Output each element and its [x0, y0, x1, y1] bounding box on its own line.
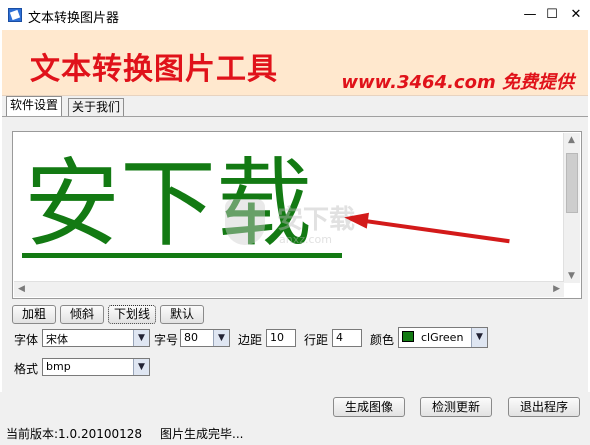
format-label: 格式 [14, 362, 39, 376]
margin-input[interactable]: 10 [266, 329, 296, 347]
scroll-thumb[interactable] [566, 153, 578, 213]
bold-button[interactable]: 加粗 [12, 305, 56, 324]
color-select[interactable]: clGreen ▼ [398, 327, 488, 348]
tab-about-us[interactable]: 关于我们 [68, 98, 125, 116]
app-icon [8, 8, 22, 22]
banner-site: www.3464.com 免费提供 [341, 72, 574, 93]
check-update-button[interactable]: 检测更新 [420, 397, 492, 417]
font-label: 字体 [14, 333, 39, 347]
version-status: 当前版本:1.0.20100128 [6, 427, 143, 441]
scroll-down-icon[interactable]: ▼ [568, 271, 575, 281]
settings-panel: 安下载 安下载 anxz.com ▲ ▼ ◀ ▶ 加粗 倾斜 下划线 默认 字体… [2, 116, 588, 392]
line-spacing-value: 4 [336, 331, 343, 344]
default-button[interactable]: 默认 [160, 305, 204, 324]
preview-underline [22, 253, 342, 258]
margin-value: 10 [270, 331, 284, 344]
preview-canvas: 安下载 安下载 anxz.com [14, 133, 563, 283]
annotation-arrow-line [350, 217, 510, 244]
chevron-down-icon[interactable]: ▼ [133, 359, 149, 375]
maximize-button[interactable]: ☐ [542, 6, 562, 24]
watermark-url: anxz.com [279, 233, 332, 246]
format-value: bmp [46, 360, 71, 373]
size-label: 字号 [154, 333, 179, 347]
vertical-scrollbar[interactable]: ▲ ▼ [563, 133, 580, 283]
underline-button[interactable]: 下划线 [108, 305, 156, 324]
close-button[interactable]: ✕ [566, 6, 586, 24]
chevron-down-icon[interactable]: ▼ [133, 330, 149, 346]
horizontal-scrollbar[interactable]: ◀ ▶ [14, 281, 564, 297]
chevron-down-icon[interactable]: ▼ [213, 330, 229, 346]
format-select[interactable]: bmp ▼ [42, 358, 150, 376]
italic-button[interactable]: 倾斜 [60, 305, 104, 324]
banner-title: 文本转换图片工具 [30, 52, 278, 87]
chevron-down-icon[interactable]: ▼ [471, 328, 487, 347]
status-bar: 当前版本:1.0.20100128 图片生成完毕... [0, 421, 590, 445]
color-label: 颜色 [370, 333, 395, 347]
color-value: clGreen [421, 331, 464, 344]
line-spacing-input[interactable]: 4 [332, 329, 362, 347]
tab-software-settings[interactable]: 软件设置 [6, 96, 63, 116]
tab-bar: 软件设置 关于我们 [2, 96, 588, 116]
minimize-button[interactable]: — [520, 6, 540, 24]
exit-button[interactable]: 退出程序 [508, 397, 580, 417]
line-spacing-label: 行距 [304, 333, 329, 347]
size-select[interactable]: 80 ▼ [180, 329, 230, 347]
action-bar: 生成图像 检测更新 退出程序 [0, 392, 590, 421]
font-value: 宋体 [46, 333, 68, 346]
scroll-up-icon[interactable]: ▲ [568, 135, 575, 145]
preview-frame: 安下载 安下载 anxz.com ▲ ▼ ◀ ▶ [12, 131, 582, 299]
scroll-right-icon[interactable]: ▶ [553, 284, 560, 294]
font-select[interactable]: 宋体 ▼ [42, 329, 150, 347]
header-banner: 文本转换图片工具 www.3464.com 免费提供 [2, 30, 588, 96]
window-title: 文本转换图片器 [28, 11, 120, 26]
generate-image-button[interactable]: 生成图像 [333, 397, 405, 417]
shield-icon [225, 199, 265, 245]
scroll-left-icon[interactable]: ◀ [18, 284, 25, 294]
color-swatch [402, 331, 414, 342]
title-bar: 文本转换图片器 — ☐ ✕ [0, 0, 590, 30]
message-status: 图片生成完毕... [160, 427, 244, 441]
annotation-arrow-head-icon [343, 209, 369, 229]
size-value: 80 [184, 331, 198, 344]
margin-label: 边距 [238, 333, 263, 347]
